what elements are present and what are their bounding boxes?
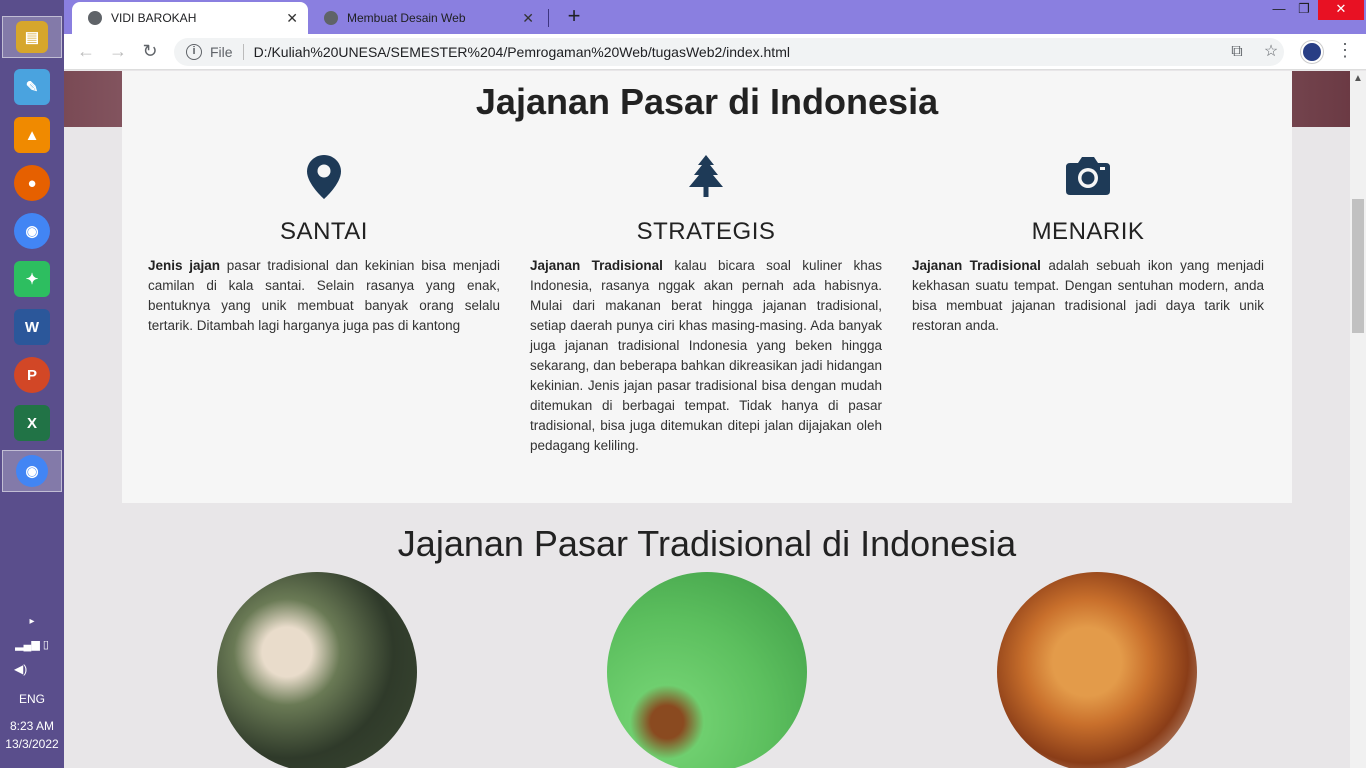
feature-column-strategis: STRATEGIS Jajanan Tradisional kalau bica… xyxy=(530,155,882,456)
spring-rolls-with-chili-image xyxy=(997,572,1197,768)
feature-heading: SANTAI xyxy=(280,218,368,245)
gallery-title: Jajanan Pasar Tradisional di Indonesia xyxy=(397,523,1017,564)
powerpoint-icon: P xyxy=(26,366,37,384)
clock-time[interactable]: 8:23 AM xyxy=(0,719,64,733)
chrome-profile-icon: ◉ xyxy=(16,455,48,487)
folder-icon: ▤ xyxy=(16,21,48,53)
features-panel: Jajanan Pasar di Indonesia SANTAI Jenis … xyxy=(122,71,1292,503)
feature-column-menarik: MENARIK Jajanan Tradisional adalah sebua… xyxy=(912,155,1264,336)
tab-separator xyxy=(548,9,549,27)
browser-menu-icon[interactable]: ⋮ xyxy=(1336,40,1354,61)
network-battery-icons[interactable]: ▂▄▆ ▯ xyxy=(0,638,64,651)
translate-icon[interactable]: ⧉ xyxy=(1228,43,1246,61)
address-bar[interactable]: i File D:/Kuliah%20UNESA/SEMESTER%204/Pe… xyxy=(174,38,1284,66)
reload-button[interactable]: ↻ xyxy=(138,40,162,64)
feature-description: Jajanan Tradisional kalau bicara soal ku… xyxy=(530,256,882,456)
forward-button[interactable]: → xyxy=(106,40,130,64)
chrome-icon: ◉ xyxy=(25,223,39,240)
paint-palette-icon: ✎ xyxy=(25,79,39,96)
address-divider xyxy=(242,44,244,60)
scheme-label: File xyxy=(210,44,233,60)
url-text[interactable]: D:/Kuliah%20UNESA/SEMESTER%204/Pemrogama… xyxy=(254,44,790,60)
feature-column-santai: SANTAI Jenis jajan pasar tradisional dan… xyxy=(148,155,500,336)
feature-bold-lead: Jajanan Tradisional xyxy=(530,258,663,273)
profile-avatar[interactable] xyxy=(1301,41,1323,63)
browser-toolbar: ← → ↻ i File D:/Kuliah%20UNESA/SEMESTER%… xyxy=(64,34,1366,70)
evernote-taskbar-button[interactable]: ✦ xyxy=(14,261,50,297)
feature-description: Jenis jajan pasar tradisional dan kekini… xyxy=(148,256,500,336)
page-viewport: Jajanan Pasar di Indonesia SANTAI Jenis … xyxy=(64,71,1350,768)
new-tab-button[interactable]: + xyxy=(561,4,587,30)
word-taskbar-button[interactable]: W xyxy=(14,309,50,345)
volume-icon[interactable]: ◀) xyxy=(0,662,64,676)
language-indicator[interactable]: ENG xyxy=(0,692,64,706)
feature-bold-lead: Jenis jajan xyxy=(148,258,221,273)
map-marker-icon xyxy=(148,155,500,199)
section-title: Jajanan Pasar di Indonesia xyxy=(475,81,939,122)
tab-membuat-desain-web[interactable]: Membuat Desain Web ✕ xyxy=(308,2,544,34)
scrollbar-thumb[interactable] xyxy=(1352,199,1364,333)
globe-icon xyxy=(88,11,102,25)
excel-taskbar-button[interactable]: X xyxy=(14,405,50,441)
close-window-button[interactable]: ✕ xyxy=(1318,0,1364,20)
word-icon: W xyxy=(24,318,40,336)
tab-title: VIDI BAROKAH xyxy=(111,11,197,25)
page-scrollbar[interactable]: ▲ xyxy=(1350,71,1366,768)
evernote-icon: ✦ xyxy=(25,271,39,288)
tab-title: Membuat Desain Web xyxy=(347,11,466,25)
back-button[interactable]: ← xyxy=(74,40,98,64)
browser-tab-strip: VIDI BAROKAH ✕ Membuat Desain Web ✕ + — … xyxy=(64,0,1366,34)
vlc-taskbar-button[interactable]: ▲ xyxy=(14,117,50,153)
camera-icon xyxy=(912,155,1264,199)
windows-taskbar: ▤ ✎ ▲ ● ◉ ✦ W P X ◉ ▸ ▂▄▆ ▯ ◀) ENG 8:23 … xyxy=(0,0,64,768)
close-tab-icon[interactable]: ✕ xyxy=(522,10,534,27)
feature-text: kalau bicara soal kuliner khas Indonesia… xyxy=(530,258,882,453)
tree-icon xyxy=(530,155,882,199)
scroll-up-arrow-icon[interactable]: ▲ xyxy=(1353,73,1363,84)
excel-icon: X xyxy=(26,414,37,432)
lemper-in-banana-leaf-image xyxy=(217,572,417,768)
clock-date[interactable]: 13/3/2022 xyxy=(0,737,64,751)
bookmark-star-icon[interactable]: ☆ xyxy=(1262,43,1280,61)
firefox-taskbar-button[interactable]: ● xyxy=(14,165,50,201)
feature-description: Jajanan Tradisional adalah sebuah ikon y… xyxy=(912,256,1264,336)
feature-heading: MENARIK xyxy=(1031,218,1145,245)
paint-taskbar-button[interactable]: ✎ xyxy=(14,69,50,105)
show-hidden-icons-chevron[interactable]: ▸ xyxy=(0,616,64,627)
restore-window-button[interactable]: ❐ xyxy=(1289,0,1319,20)
globe-icon xyxy=(324,11,338,25)
firefox-icon: ● xyxy=(27,174,37,192)
powerpoint-taskbar-button[interactable]: P xyxy=(14,357,50,393)
feature-heading: STRATEGIS xyxy=(636,218,776,245)
chrome-taskbar-button[interactable]: ◉ xyxy=(14,213,50,249)
tab-vidi-barokah[interactable]: VIDI BAROKAH ✕ xyxy=(72,2,308,34)
site-info-icon[interactable]: i xyxy=(186,44,202,60)
close-tab-icon[interactable]: ✕ xyxy=(286,10,298,27)
feature-bold-lead: Jajanan Tradisional xyxy=(912,258,1041,273)
vlc-cone-icon: ▲ xyxy=(24,126,40,144)
green-dadar-gulung-image xyxy=(607,572,807,768)
file-explorer-taskbar-button[interactable]: ▤ xyxy=(2,16,62,58)
chrome-profile-taskbar-button[interactable]: ◉ xyxy=(2,450,62,492)
